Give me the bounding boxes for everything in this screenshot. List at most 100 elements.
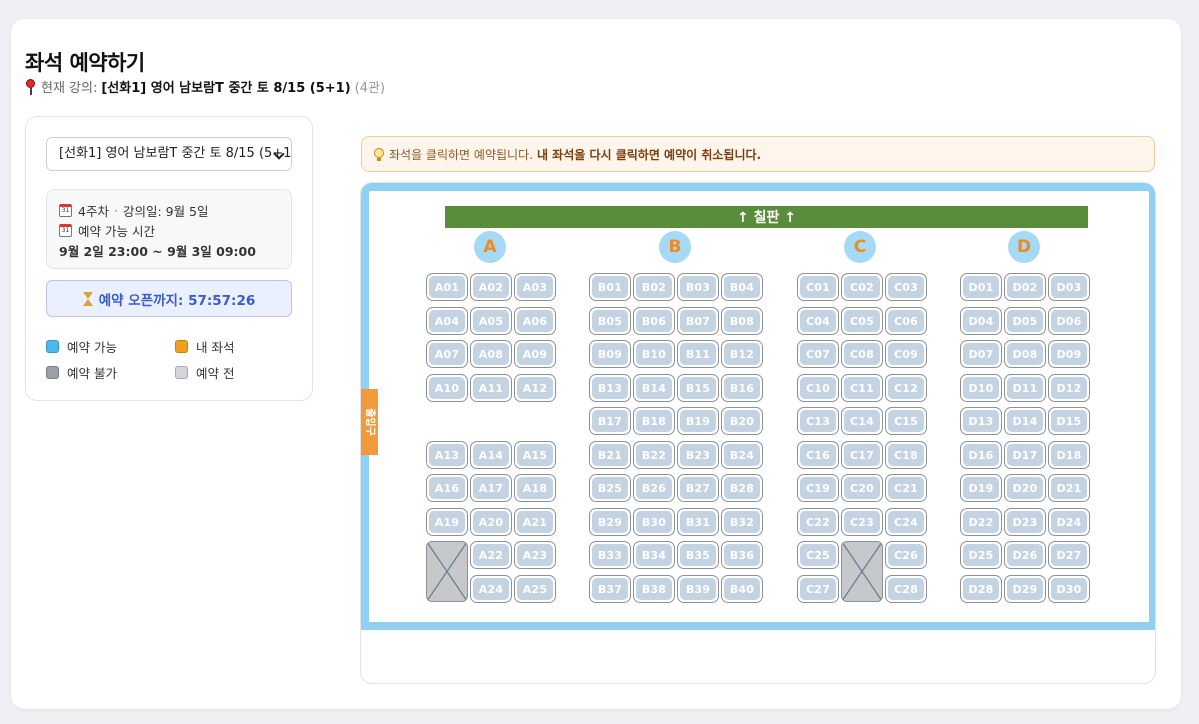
seat-d19[interactable]: D19 <box>960 474 1002 502</box>
seat-b30[interactable]: B30 <box>633 508 675 536</box>
seat-a22[interactable]: A22 <box>470 541 512 569</box>
seat-d12[interactable]: D12 <box>1048 374 1090 402</box>
lecture-select[interactable]: [선화1] 영어 남보람T 중간 토 8/15 (5+1 <box>46 137 292 171</box>
seat-b38[interactable]: B38 <box>633 575 675 603</box>
seat-b22[interactable]: B22 <box>633 441 675 469</box>
seat-d13[interactable]: D13 <box>960 407 1002 435</box>
seat-d26[interactable]: D26 <box>1004 541 1046 569</box>
seat-c11[interactable]: C11 <box>841 374 883 402</box>
seat-d04[interactable]: D04 <box>960 307 1002 335</box>
seat-d16[interactable]: D16 <box>960 441 1002 469</box>
seat-b23[interactable]: B23 <box>677 441 719 469</box>
seat-a12[interactable]: A12 <box>514 374 556 402</box>
seat-b36[interactable]: B36 <box>721 541 763 569</box>
seat-b27[interactable]: B27 <box>677 474 719 502</box>
seat-c26[interactable]: C26 <box>885 541 927 569</box>
seat-b05[interactable]: B05 <box>589 307 631 335</box>
seat-b04[interactable]: B04 <box>721 273 763 301</box>
seat-d21[interactable]: D21 <box>1048 474 1090 502</box>
seat-b16[interactable]: B16 <box>721 374 763 402</box>
seat-d17[interactable]: D17 <box>1004 441 1046 469</box>
seat-b08[interactable]: B08 <box>721 307 763 335</box>
seat-c17[interactable]: C17 <box>841 441 883 469</box>
seat-d23[interactable]: D23 <box>1004 508 1046 536</box>
seat-a11[interactable]: A11 <box>470 374 512 402</box>
seat-b11[interactable]: B11 <box>677 340 719 368</box>
seat-d09[interactable]: D09 <box>1048 340 1090 368</box>
seat-b21[interactable]: B21 <box>589 441 631 469</box>
seat-a17[interactable]: A17 <box>470 474 512 502</box>
seat-a15[interactable]: A15 <box>514 441 556 469</box>
seat-c23[interactable]: C23 <box>841 508 883 536</box>
seat-d25[interactable]: D25 <box>960 541 1002 569</box>
seat-a03[interactable]: A03 <box>514 273 556 301</box>
seat-c12[interactable]: C12 <box>885 374 927 402</box>
seat-c13[interactable]: C13 <box>797 407 839 435</box>
seat-b17[interactable]: B17 <box>589 407 631 435</box>
seat-a14[interactable]: A14 <box>470 441 512 469</box>
seat-b26[interactable]: B26 <box>633 474 675 502</box>
seat-d10[interactable]: D10 <box>960 374 1002 402</box>
seat-d06[interactable]: D06 <box>1048 307 1090 335</box>
seat-b19[interactable]: B19 <box>677 407 719 435</box>
seat-a07[interactable]: A07 <box>426 340 468 368</box>
seat-d05[interactable]: D05 <box>1004 307 1046 335</box>
seat-b28[interactable]: B28 <box>721 474 763 502</box>
seat-c05[interactable]: C05 <box>841 307 883 335</box>
seat-d24[interactable]: D24 <box>1048 508 1090 536</box>
seat-c15[interactable]: C15 <box>885 407 927 435</box>
seat-c04[interactable]: C04 <box>797 307 839 335</box>
seat-a02[interactable]: A02 <box>470 273 512 301</box>
seat-b34[interactable]: B34 <box>633 541 675 569</box>
seat-a13[interactable]: A13 <box>426 441 468 469</box>
seat-b37[interactable]: B37 <box>589 575 631 603</box>
seat-d03[interactable]: D03 <box>1048 273 1090 301</box>
seat-d14[interactable]: D14 <box>1004 407 1046 435</box>
seat-b13[interactable]: B13 <box>589 374 631 402</box>
seat-b01[interactable]: B01 <box>589 273 631 301</box>
seat-a01[interactable]: A01 <box>426 273 468 301</box>
seat-d22[interactable]: D22 <box>960 508 1002 536</box>
seat-d29[interactable]: D29 <box>1004 575 1046 603</box>
seat-c08[interactable]: C08 <box>841 340 883 368</box>
seat-c24[interactable]: C24 <box>885 508 927 536</box>
seat-a09[interactable]: A09 <box>514 340 556 368</box>
seat-d11[interactable]: D11 <box>1004 374 1046 402</box>
seat-b40[interactable]: B40 <box>721 575 763 603</box>
seat-c28[interactable]: C28 <box>885 575 927 603</box>
seat-d07[interactable]: D07 <box>960 340 1002 368</box>
seat-c03[interactable]: C03 <box>885 273 927 301</box>
seat-c22[interactable]: C22 <box>797 508 839 536</box>
seat-c01[interactable]: C01 <box>797 273 839 301</box>
seat-a08[interactable]: A08 <box>470 340 512 368</box>
seat-a10[interactable]: A10 <box>426 374 468 402</box>
seat-d27[interactable]: D27 <box>1048 541 1090 569</box>
seat-c02[interactable]: C02 <box>841 273 883 301</box>
seat-b25[interactable]: B25 <box>589 474 631 502</box>
seat-c09[interactable]: C09 <box>885 340 927 368</box>
seat-a23[interactable]: A23 <box>514 541 556 569</box>
seat-d08[interactable]: D08 <box>1004 340 1046 368</box>
seat-b33[interactable]: B33 <box>589 541 631 569</box>
seat-d28[interactable]: D28 <box>960 575 1002 603</box>
seat-d20[interactable]: D20 <box>1004 474 1046 502</box>
seat-c10[interactable]: C10 <box>797 374 839 402</box>
seat-d15[interactable]: D15 <box>1048 407 1090 435</box>
seat-a21[interactable]: A21 <box>514 508 556 536</box>
seat-c18[interactable]: C18 <box>885 441 927 469</box>
seat-c19[interactable]: C19 <box>797 474 839 502</box>
seat-d01[interactable]: D01 <box>960 273 1002 301</box>
seat-b03[interactable]: B03 <box>677 273 719 301</box>
seat-c27[interactable]: C27 <box>797 575 839 603</box>
seat-c25[interactable]: C25 <box>797 541 839 569</box>
seat-c20[interactable]: C20 <box>841 474 883 502</box>
seat-d02[interactable]: D02 <box>1004 273 1046 301</box>
seat-a06[interactable]: A06 <box>514 307 556 335</box>
seat-a04[interactable]: A04 <box>426 307 468 335</box>
seat-b06[interactable]: B06 <box>633 307 675 335</box>
seat-b31[interactable]: B31 <box>677 508 719 536</box>
seat-c21[interactable]: C21 <box>885 474 927 502</box>
seat-b35[interactable]: B35 <box>677 541 719 569</box>
seat-a05[interactable]: A05 <box>470 307 512 335</box>
seat-b24[interactable]: B24 <box>721 441 763 469</box>
